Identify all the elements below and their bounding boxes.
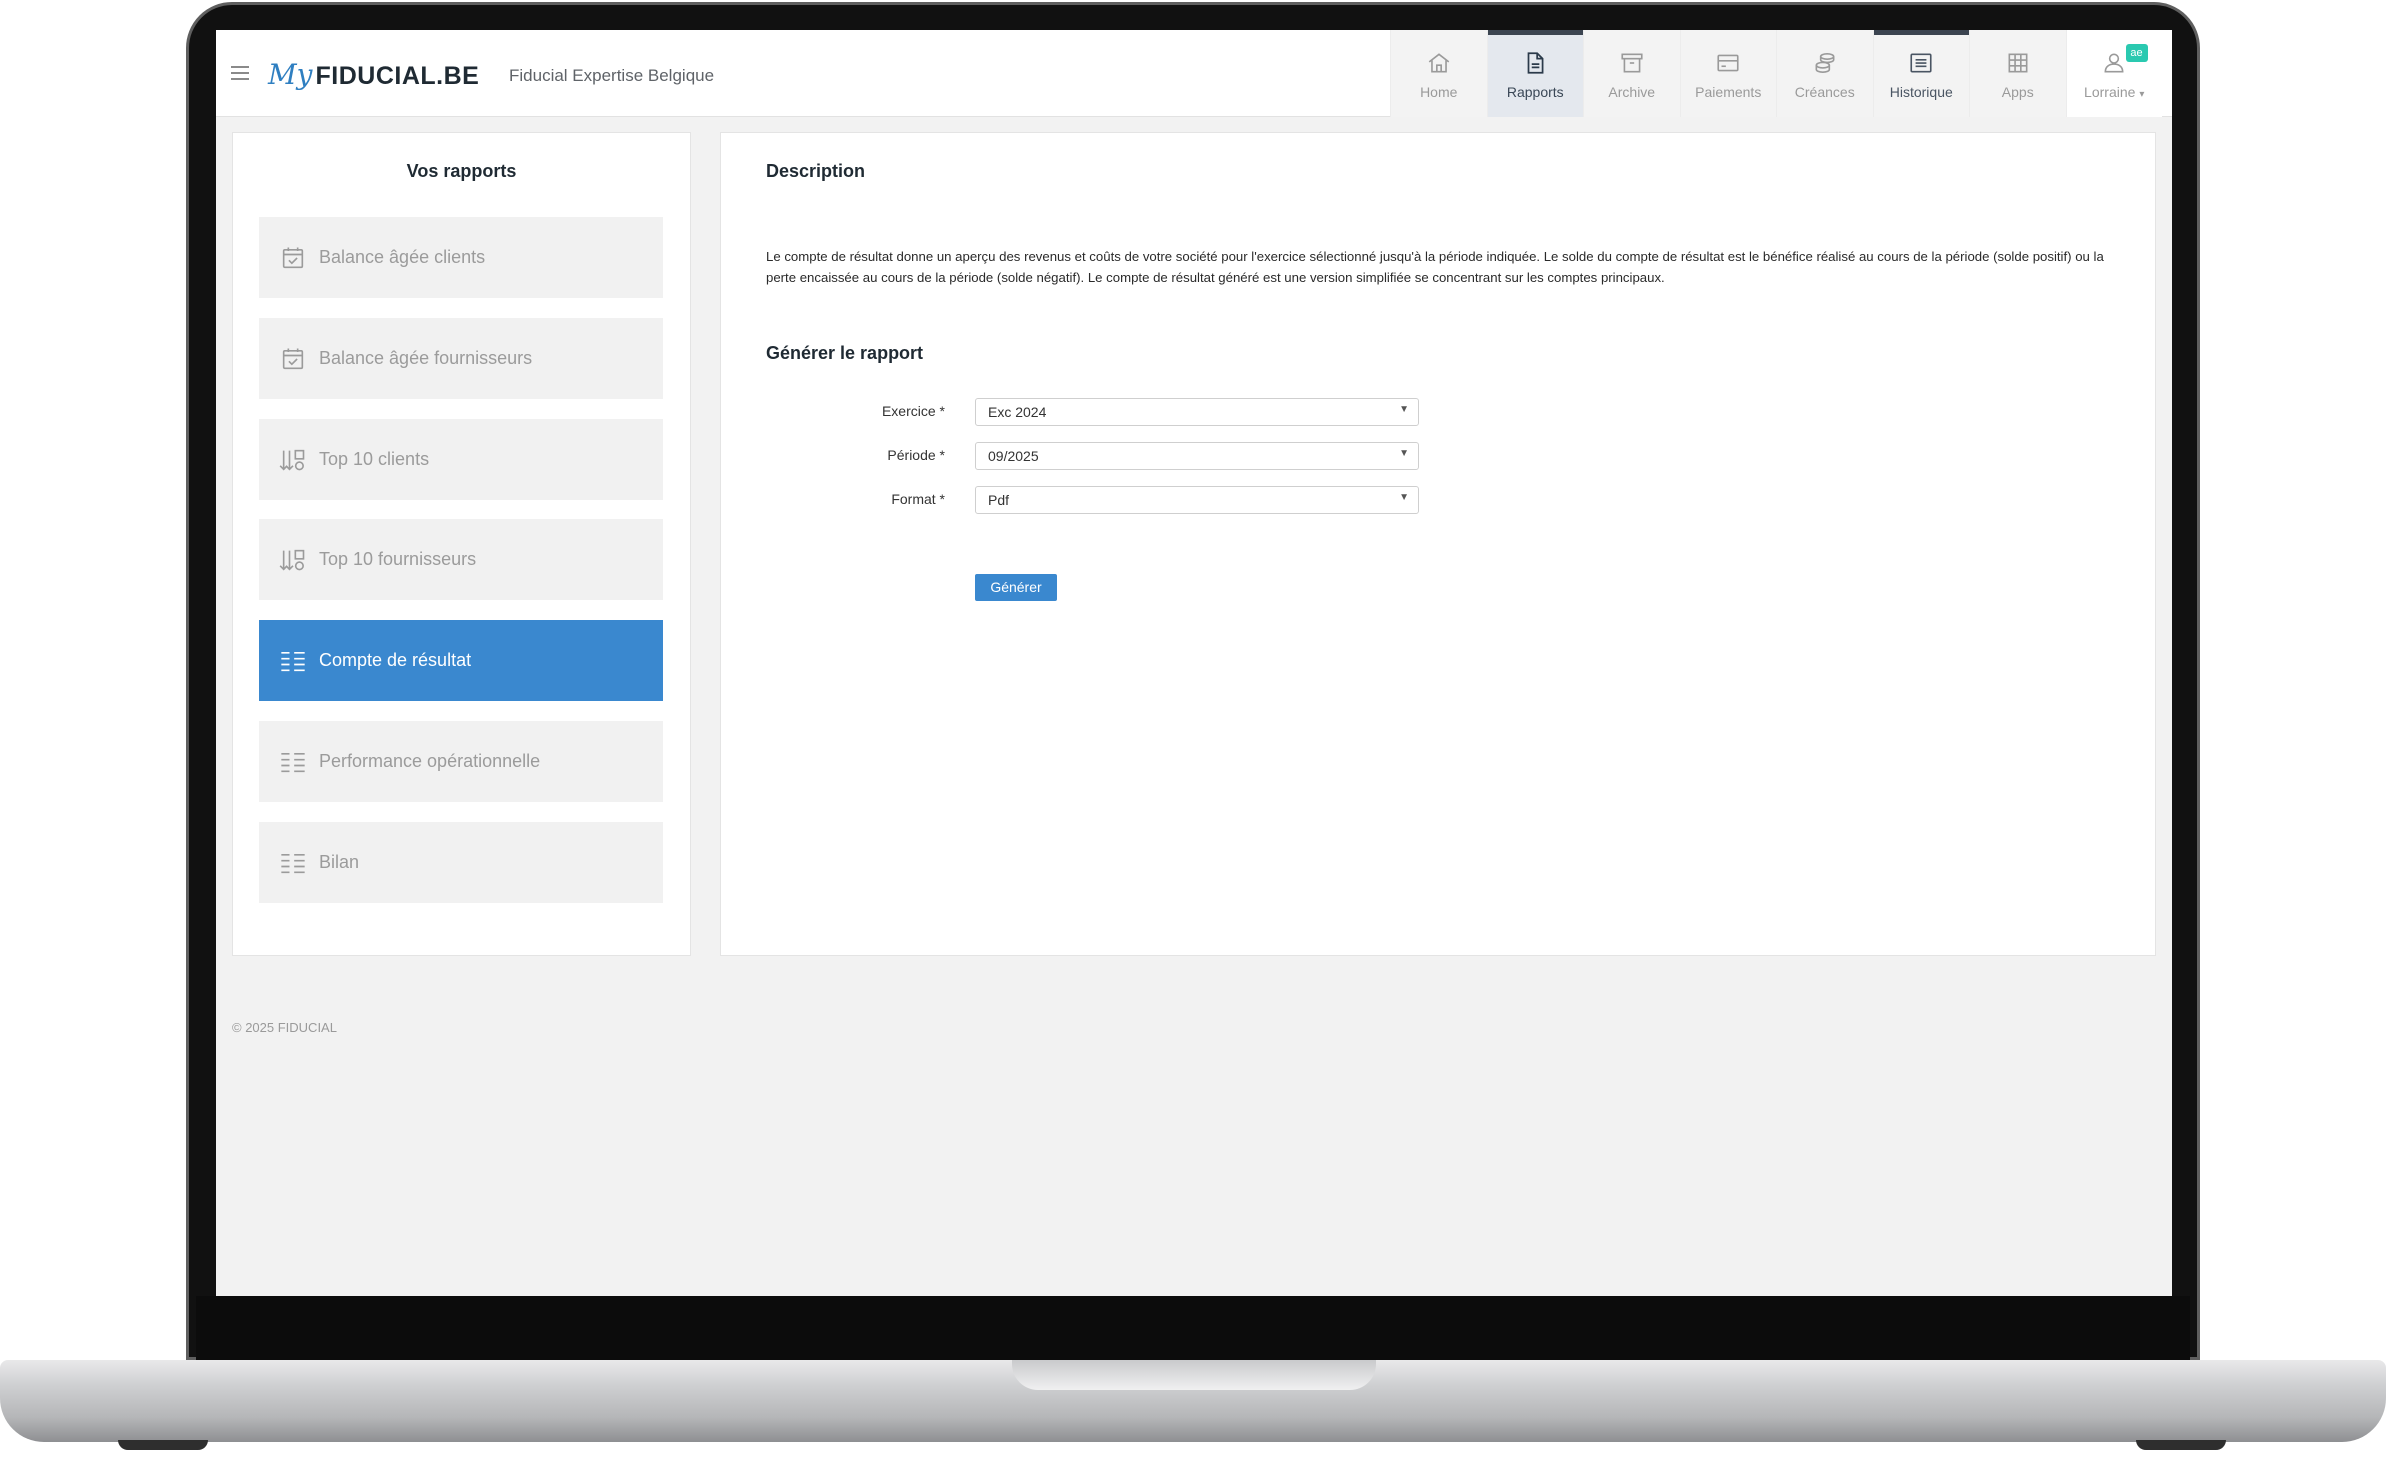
nav-creances[interactable]: Créances (1776, 30, 1873, 117)
report-item-bilan[interactable]: Bilan (259, 822, 663, 903)
reports-panel-title: Vos rapports (406, 161, 517, 181)
format-select[interactable]: Pdf ▼ (975, 486, 1419, 514)
nav-user[interactable]: ae Lorraine ▾ (2065, 30, 2162, 117)
report-item-balance-fournisseurs[interactable]: Balance âgée fournisseurs (259, 318, 663, 399)
sort-down-icon (279, 549, 305, 570)
home-icon (1428, 53, 1449, 73)
nav-historique-label: Historique (1889, 84, 1953, 100)
exercice-value: Exc 2024 (988, 404, 1047, 420)
user-icon (2104, 53, 2124, 73)
list-lines-icon (281, 651, 305, 671)
nav-paiements-label: Paiements (1695, 84, 1762, 100)
archive-icon (1621, 53, 1643, 73)
user-name: Lorraine (2084, 84, 2136, 100)
grid-icon (2008, 53, 2028, 73)
calendar-check-icon (282, 348, 304, 369)
nav-archive[interactable]: Archive (1583, 30, 1680, 117)
generate-button[interactable]: Générer (975, 574, 1057, 601)
report-item-label: Top 10 fournisseurs (319, 549, 477, 569)
logo[interactable]: My FIDUCIAL.BE (268, 58, 480, 91)
report-item-label: Balance âgée clients (319, 247, 486, 267)
periode-value: 09/2025 (988, 448, 1039, 464)
nav-historique[interactable]: Historique (1872, 30, 1969, 117)
format-label: Format * (891, 491, 945, 507)
description-text: Le compte de résultat donne un aperçu de… (766, 249, 2104, 285)
caret-down-icon: ▾ (2139, 89, 2145, 100)
footer-copyright: © 2025 FIDUCIAL (232, 1020, 337, 1035)
calendar-check-icon (282, 247, 304, 268)
logo-name: FIDUCIAL.BE (315, 62, 480, 90)
chevron-down-icon: ▼ (1399, 404, 1409, 415)
periode-select[interactable]: 09/2025 ▼ (975, 442, 1419, 470)
report-item-label: Performance opérationnelle (319, 751, 541, 771)
report-item-top10-fournisseurs[interactable]: Top 10 fournisseurs (259, 519, 663, 600)
laptop-notch (1012, 1360, 1376, 1390)
user-badge: ae (2125, 44, 2148, 62)
list-lines-icon (281, 752, 305, 772)
list-lines-icon (281, 853, 305, 873)
nav-user-label: Lorraine ▾ (2084, 84, 2144, 100)
credit-card-icon (1717, 54, 1739, 72)
sort-down-icon (279, 449, 305, 470)
hamburger-menu-icon[interactable] (231, 66, 249, 80)
exercice-select[interactable]: Exc 2024 ▼ (975, 398, 1419, 426)
format-value: Pdf (988, 492, 1010, 508)
nav-paiements[interactable]: Paiements (1679, 30, 1776, 117)
chevron-down-icon: ▼ (1399, 492, 1409, 503)
nav-apps[interactable]: Apps (1969, 30, 2066, 117)
report-item-label: Bilan (319, 852, 360, 872)
nav-archive-label: Archive (1608, 84, 1656, 100)
report-item-balance-clients[interactable]: Balance âgée clients (259, 217, 663, 298)
logo-my: My (268, 58, 313, 91)
report-item-top10-clients[interactable]: Top 10 clients (259, 419, 663, 500)
periode-label: Période * (887, 447, 945, 463)
nav-home[interactable]: Home (1390, 30, 1487, 117)
nav-rapports-label: Rapports (1506, 84, 1564, 100)
nav-home-label: Home (1420, 84, 1458, 100)
laptop-foot-left (118, 1440, 208, 1450)
description-title: Description (766, 161, 866, 181)
nav-apps-label: Apps (2001, 84, 2034, 100)
company-name: Fiducial Expertise Belgique (509, 66, 715, 85)
report-item-compte-resultat[interactable]: Compte de résultat (259, 620, 663, 701)
report-detail-panel: Description Le compte de résultat donne … (720, 132, 2156, 956)
chevron-down-icon: ▼ (1399, 448, 1409, 459)
document-icon (1527, 52, 1544, 74)
main-nav: Home Rapports Archive Paiements Créances… (1390, 30, 2162, 117)
screen: My FIDUCIAL.BE Fiducial Expertise Belgiq… (216, 30, 2172, 1296)
exercice-label: Exercice * (881, 403, 945, 419)
report-item-label: Compte de résultat (319, 650, 472, 670)
top-bar: My FIDUCIAL.BE Fiducial Expertise Belgiq… (216, 30, 2172, 117)
nav-rapports[interactable]: Rapports (1486, 30, 1583, 117)
report-item-label: Top 10 clients (319, 449, 430, 469)
coins-icon (1815, 52, 1835, 74)
reports-panel: Vos rapports Balance âgée clients Balanc… (232, 132, 691, 956)
generate-title: Générer le rapport (766, 343, 924, 363)
laptop-chin (196, 1296, 2190, 1360)
report-item-performance[interactable]: Performance opérationnelle (259, 721, 663, 802)
laptop-foot-right (2136, 1440, 2226, 1450)
report-item-label: Balance âgée fournisseurs (319, 348, 533, 368)
list-icon (1910, 53, 1932, 73)
nav-creances-label: Créances (1794, 84, 1855, 100)
